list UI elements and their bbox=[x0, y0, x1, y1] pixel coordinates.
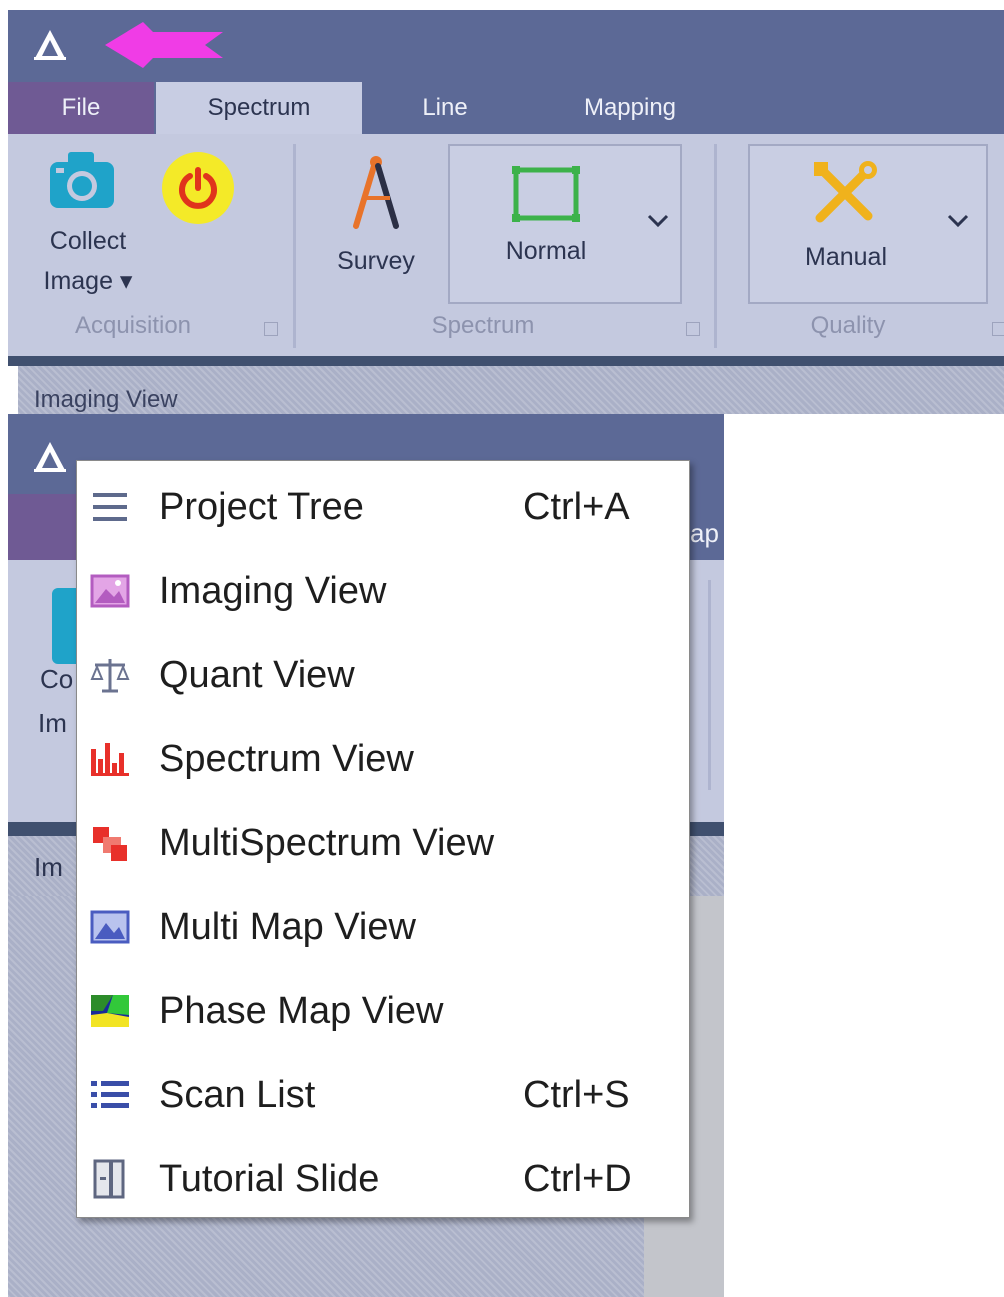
camera-icon bbox=[52, 588, 76, 664]
menu-item-label: Tutorial Slide bbox=[159, 1158, 380, 1200]
menu-item-label: Multi Map View bbox=[159, 906, 416, 948]
tutorial-slide-icon bbox=[93, 1159, 125, 1199]
manual-label: Manual bbox=[805, 243, 887, 271]
power-button[interactable] bbox=[162, 152, 234, 224]
nested-tab-file[interactable] bbox=[8, 494, 80, 560]
group-label-acquisition: Acquisition bbox=[74, 312, 192, 339]
menu-item-label: Quant View bbox=[159, 654, 355, 696]
menu-item-tutorial-slide[interactable]: Tutorial Slide Ctrl+D bbox=[77, 1137, 689, 1221]
normal-mode-label: Normal bbox=[505, 237, 587, 265]
nested-image-fragment: Im bbox=[38, 708, 67, 738]
tab-file[interactable]: File bbox=[8, 82, 154, 134]
quality-launcher-icon[interactable] bbox=[992, 322, 1004, 336]
survey-label: Survey bbox=[337, 247, 415, 275]
quality-mode-gallery[interactable]: Manual bbox=[748, 144, 988, 304]
menu-item-label: Project Tree bbox=[159, 486, 364, 528]
menu-item-quant-view[interactable]: Quant View bbox=[77, 633, 689, 717]
compass-icon bbox=[353, 156, 399, 229]
menu-item-spectrum-view[interactable]: Spectrum View bbox=[77, 717, 689, 801]
tab-mapping[interactable]: Mapping bbox=[540, 82, 720, 134]
ribbon-bottom-border bbox=[8, 356, 1004, 366]
imaging-view-icon bbox=[90, 574, 130, 608]
tab-line[interactable]: Line bbox=[385, 82, 505, 134]
normal-mode-icon bbox=[512, 166, 580, 222]
menu-item-multispectrum-view[interactable]: MultiSpectrum View bbox=[77, 801, 689, 885]
panel-title: Imaging View bbox=[34, 386, 178, 413]
window-left-edge bbox=[0, 0, 8, 1297]
menu-item-label: Spectrum View bbox=[159, 738, 414, 780]
chevron-down-icon[interactable] bbox=[646, 212, 670, 230]
group-label-quality: Quality bbox=[810, 312, 886, 339]
annotation-arrow-icon bbox=[105, 22, 223, 68]
menu-item-shortcut: Ctrl+A bbox=[523, 486, 630, 528]
spectrum-launcher-icon[interactable] bbox=[686, 322, 700, 336]
menu-item-shortcut: Ctrl+D bbox=[523, 1158, 632, 1200]
multispectrum-icon bbox=[93, 827, 127, 861]
chevron-down-icon[interactable] bbox=[946, 212, 970, 230]
scan-list-icon bbox=[91, 1081, 129, 1108]
camera-icon bbox=[50, 152, 114, 208]
menu-item-label: Imaging View bbox=[159, 570, 387, 612]
tab-spectrum[interactable]: Spectrum bbox=[156, 82, 362, 134]
ribbon-separator bbox=[293, 144, 296, 348]
collect-image-button[interactable]: Collect Image ▾ bbox=[28, 144, 148, 304]
project-tree-icon bbox=[93, 493, 127, 521]
nested-collect-fragment: Co bbox=[40, 664, 74, 694]
menu-item-imaging-view[interactable]: Imaging View bbox=[77, 549, 689, 633]
spectrum-mode-gallery[interactable]: Normal bbox=[448, 144, 682, 304]
ribbon-separator bbox=[708, 580, 711, 790]
collect-label-line2: Image ▾ bbox=[43, 267, 133, 295]
menu-item-shortcut: Ctrl+S bbox=[523, 1074, 630, 1116]
balance-scale-icon bbox=[90, 659, 130, 693]
multi-map-icon bbox=[90, 910, 130, 944]
spectrum-bars-icon bbox=[91, 743, 129, 776]
menu-item-scan-list[interactable]: Scan List Ctrl+S bbox=[77, 1053, 689, 1137]
nested-tab-fragment: ap bbox=[690, 518, 719, 548]
menu-item-phase-map-view[interactable]: Phase Map View bbox=[77, 969, 689, 1053]
app-logo-icon bbox=[34, 30, 66, 60]
acquisition-launcher-icon[interactable] bbox=[264, 322, 278, 336]
power-icon bbox=[179, 167, 217, 209]
menu-item-label: MultiSpectrum View bbox=[159, 822, 495, 864]
ribbon-separator bbox=[714, 144, 717, 348]
nested-panel-fragment: Im bbox=[34, 852, 63, 882]
menu-item-multi-map-view[interactable]: Multi Map View bbox=[77, 885, 689, 969]
view-menu: Project Tree Ctrl+A Imaging View Quant V… bbox=[76, 460, 690, 1218]
phase-map-icon bbox=[91, 995, 129, 1027]
ribbon-panel: Collect Image ▾ Acquisition Survey Norma… bbox=[8, 134, 1004, 356]
imaging-view-panel-header: Imaging View bbox=[18, 366, 1004, 414]
survey-button[interactable]: Survey bbox=[326, 150, 426, 300]
menu-item-project-tree[interactable]: Project Tree Ctrl+A bbox=[77, 465, 689, 549]
app-logo-icon bbox=[34, 442, 66, 472]
menu-item-label: Scan List bbox=[159, 1074, 316, 1116]
group-label-spectrum: Spectrum bbox=[431, 312, 535, 339]
menu-item-label: Phase Map View bbox=[159, 990, 444, 1032]
tools-icon bbox=[814, 161, 877, 223]
collect-label-line1: Collect bbox=[49, 227, 127, 255]
